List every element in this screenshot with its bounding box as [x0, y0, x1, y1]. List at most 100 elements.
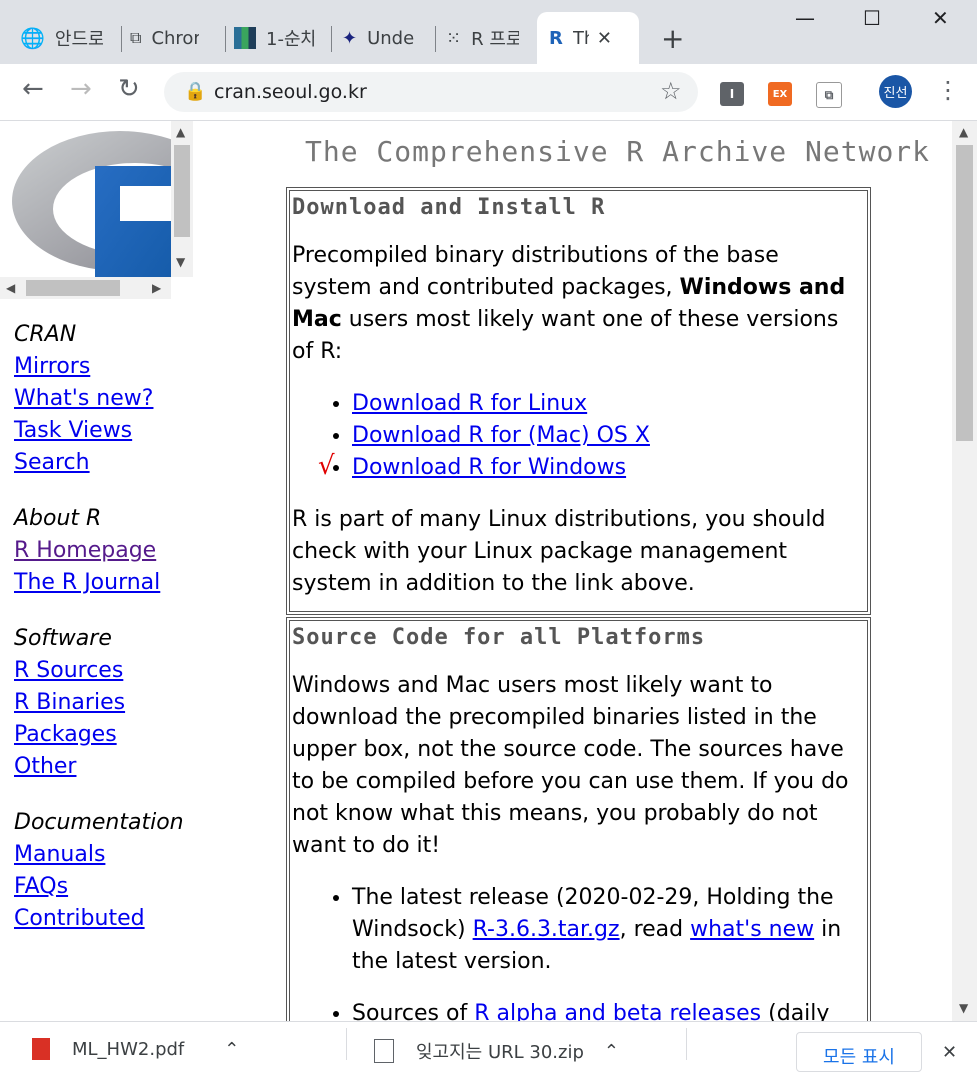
nav-link-mirrors[interactable]: Mirrors [14, 351, 153, 383]
item-text: (daily [761, 1001, 830, 1021]
scroll-down-icon[interactable]: ▼ [959, 1001, 968, 1015]
downloads-bar: ML_HW2.pdf ⌃ 잊고지는 URL 30.zip ⌃ 모든 표시 ✕ [0, 1021, 977, 1072]
page-title: The Comprehensive R Archive Network [305, 135, 931, 168]
list-item: Download R for (Mac) OS X [352, 420, 865, 452]
download-filename: 잊고지는 URL 30.zip [416, 1042, 584, 1063]
download-linux-link[interactable]: Download R for Linux [352, 391, 587, 416]
tab-label: Chrome [151, 27, 199, 49]
profile-avatar[interactable]: 진선 [879, 75, 912, 108]
download-links: Download R for Linux Download R for (Mac… [292, 388, 865, 484]
r-logo-icon: R [549, 27, 563, 49]
scroll-left-icon[interactable]: ◀ [6, 281, 15, 295]
tab-4[interactable]: ✦ Understand [342, 14, 430, 62]
extension-i-icon[interactable]: I [720, 82, 744, 106]
page-vertical-scrollbar[interactable]: ▲ ▼ [952, 121, 977, 1021]
tab-label: The Comprehensive R Archive Network [572, 27, 589, 49]
download-mac-link[interactable]: Download R for (Mac) OS X [352, 423, 650, 448]
tab-1[interactable]: 🌐 안드로 [20, 14, 118, 62]
tab-3[interactable]: 1-순차 [234, 14, 326, 62]
nav-link-search[interactable]: Search [14, 447, 153, 479]
nav-section-documentation: Documentation Manuals FAQs Contributed [14, 807, 184, 935]
logo-vertical-scrollbar[interactable]: ▲ ▼ [171, 121, 193, 277]
nav-link-r-journal[interactable]: The R Journal [14, 567, 160, 599]
nav-link-r-binaries[interactable]: R Binaries [14, 687, 125, 719]
nav-link-whats-new[interactable]: What's new? [14, 383, 153, 415]
item-text: , read [619, 917, 691, 942]
tab-separator [331, 26, 332, 52]
logo-frame: ▲ ▼ ◀ ▶ [0, 121, 193, 299]
scroll-thumb[interactable] [174, 145, 190, 237]
download-windows-link[interactable]: Download R for Windows [352, 455, 626, 480]
tab-strip: 🌐 안드로 ⧉ Chrome 1-순차 ✦ Understand ⁙ R 프로 … [0, 0, 977, 64]
minimize-button[interactable]: — [795, 6, 815, 30]
gallery-icon: ✦ [342, 27, 358, 49]
list-item: Download R for Windows [352, 452, 865, 484]
nav-link-manuals[interactable]: Manuals [14, 839, 184, 871]
back-button[interactable]: ← [22, 74, 44, 104]
address-bar[interactable]: 🔒 cran.seoul.go.kr ☆ [164, 72, 698, 112]
nav-link-r-sources[interactable]: R Sources [14, 655, 125, 687]
item-text: Sources of [352, 1001, 475, 1021]
scroll-right-icon[interactable]: ▶ [152, 281, 161, 295]
red-check-mark: √ [318, 451, 335, 481]
page-content: ▲ ▼ ◀ ▶ CRAN Mirrors What's new? Task Vi… [0, 121, 952, 1021]
kebab-menu-icon[interactable]: ⋮ [936, 76, 960, 104]
lock-icon: 🔒 [184, 81, 207, 102]
nav-link-r-homepage[interactable]: R Homepage [14, 535, 160, 567]
alpha-beta-link[interactable]: R alpha and beta releases [474, 1001, 761, 1021]
globe-icon: 🌐 [20, 26, 45, 50]
chevron-up-icon[interactable]: ⌃ [604, 1041, 619, 1062]
nav-heading: Documentation [14, 810, 184, 835]
bookmark-star-icon[interactable]: ☆ [660, 77, 682, 105]
nav-link-contributed[interactable]: Contributed [14, 903, 184, 935]
list-item: Download R for Linux [352, 388, 865, 420]
tab-separator [435, 26, 436, 52]
nav-link-packages[interactable]: Packages [14, 719, 125, 751]
tab-label: 1-순차 [266, 29, 314, 50]
downloads-close-icon[interactable]: ✕ [942, 1042, 957, 1063]
intro-text: users most likely want one of these vers… [292, 307, 839, 364]
close-window-button[interactable]: ✕ [932, 6, 949, 30]
reload-button[interactable]: ↻ [118, 74, 140, 104]
tab-5[interactable]: ⁙ R 프로 [446, 14, 532, 62]
tab-6-active[interactable]: R The Comprehensive R Archive Network ✕ [537, 12, 639, 64]
new-tab-button[interactable]: + [661, 22, 684, 55]
pdf-file-icon [32, 1038, 50, 1060]
nav-link-task-views[interactable]: Task Views [14, 415, 153, 447]
box-heading: Source Code for all Platforms [292, 625, 706, 650]
outro-paragraph: R is part of many Linux distributions, y… [292, 507, 826, 596]
scroll-thumb[interactable] [956, 145, 973, 441]
scroll-down-icon[interactable]: ▼ [176, 255, 185, 269]
download-separator [686, 1028, 687, 1060]
intro-paragraph: Precompiled binary distributions of the … [292, 240, 865, 368]
bars-icon [234, 27, 256, 49]
logo-horizontal-scrollbar[interactable]: ◀ ▶ [0, 277, 171, 299]
url-text[interactable]: cran.seoul.go.kr [214, 81, 367, 103]
nav-link-faqs[interactable]: FAQs [14, 871, 184, 903]
nav-link-other[interactable]: Other [14, 751, 125, 783]
show-all-button[interactable]: 모든 표시 [796, 1032, 922, 1072]
source-code-box: Source Code for all Platforms Windows an… [286, 617, 871, 1021]
download-separator [346, 1028, 347, 1060]
scroll-thumb[interactable] [26, 280, 120, 296]
tarball-link[interactable]: R-3.6.3.tar.gz [473, 917, 620, 942]
forward-button[interactable]: → [70, 74, 92, 104]
download-item-1[interactable]: ML_HW2.pdf ⌃ [32, 1038, 239, 1060]
tab-label: R 프로 [471, 29, 520, 50]
nav-section-cran: CRAN Mirrors What's new? Task Views Sear… [14, 319, 153, 479]
whats-new-link[interactable]: what's new [690, 917, 814, 942]
tab-close-icon[interactable]: ✕ [597, 28, 612, 49]
scroll-up-icon[interactable]: ▲ [176, 125, 185, 139]
source-list: The latest release (2020-02-29, Holding … [292, 882, 865, 1021]
download-item-2[interactable]: 잊고지는 URL 30.zip ⌃ [374, 1038, 619, 1064]
nav-heading: Software [14, 626, 112, 651]
chevron-up-icon[interactable]: ⌃ [224, 1039, 239, 1060]
tab-2[interactable]: ⧉ Chrome [130, 14, 222, 62]
nav-heading: CRAN [14, 322, 77, 347]
tab-separator [225, 26, 226, 52]
cast-icon[interactable]: ⧉ [816, 82, 842, 108]
maximize-button[interactable]: ☐ [863, 6, 881, 30]
extension-ex-icon[interactable]: EX [768, 82, 792, 106]
tab-label: 안드로 [54, 29, 103, 50]
scroll-up-icon[interactable]: ▲ [959, 125, 968, 139]
